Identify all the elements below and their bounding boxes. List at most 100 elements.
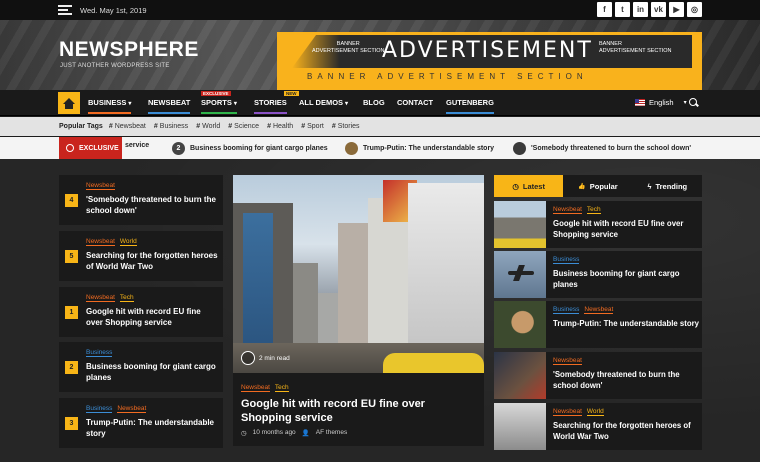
hashtag-icon: # [301,123,306,130]
category-world[interactable]: World [586,408,604,416]
category-business[interactable]: Business [553,306,580,314]
category-tech[interactable]: Tech [119,294,134,302]
article-title[interactable]: Business booming for giant cargo planes [86,361,218,383]
tag-label: Sport [307,123,324,130]
tab-popular[interactable]: 👍 Popular [563,175,632,197]
post-date: 10 months ago [252,429,296,436]
category-newsbeat[interactable]: Newsbeat [553,206,582,214]
category-business[interactable]: Business [553,256,580,264]
category-newsbeat[interactable]: Newsbeat [241,384,270,392]
article-title[interactable]: 'Somebody threatened to burn the school … [86,194,218,216]
record-icon [66,144,74,152]
category-newsbeat[interactable]: Newsbeat [553,408,582,416]
site-logo[interactable]: NEWSPHERE [59,38,199,62]
category-tech[interactable]: Tech [274,384,289,392]
social-links: f t in vk ▶ ◎ [597,2,702,17]
nav-item-business[interactable]: BUSINESS ▾ [88,98,132,114]
article-thumbnail[interactable] [494,301,546,348]
tag-link[interactable]: # Stories [332,123,360,130]
tag-link[interactable]: # Sport [301,123,324,130]
sidebar-list-item[interactable]: Business Business booming for giant carg… [494,251,702,298]
nav-item-stories[interactable]: NEW STORIES [254,91,299,114]
nav-item-sports[interactable]: EXCLUSIVE SPORTS ▾ [201,91,237,114]
tag-link[interactable]: # Science [228,123,259,130]
category-business[interactable]: Business [86,405,113,413]
article-title[interactable]: Trump-Putin: The understandable story [86,417,218,439]
featured-article[interactable]: 2 min read Newsbeat Tech Google hit with… [233,175,484,446]
left-list-item[interactable]: 2 Business Business booming for giant ca… [59,342,223,392]
nav-item-newsbeat[interactable]: NEWSBEAT [148,98,191,114]
article-thumbnail[interactable] [494,403,546,450]
article-thumbnail[interactable] [494,251,546,298]
ticker-item[interactable]: 2 Business booming for giant cargo plane… [172,142,328,155]
nav-item-all-demos[interactable]: ALL DEMOS ▾ [299,98,348,107]
hashtag-icon: # [108,123,113,130]
vk-icon[interactable]: vk [651,2,666,17]
hamburger-menu-icon[interactable] [58,5,72,15]
nav-item-contact[interactable]: CONTACT [397,98,433,107]
instagram-icon[interactable]: ◎ [687,2,702,17]
article-title[interactable]: Searching for the forgotten heroes of Wo… [86,250,218,272]
ad-small-text-right: BANNER ADVERTISEMENT SECTION [599,41,672,54]
featured-title[interactable]: Google hit with record EU fine over Shop… [241,397,471,425]
category-tech[interactable]: Tech [586,206,601,214]
sidebar-list-item[interactable]: Newsbeat Tech Google hit with record EU f… [494,201,702,248]
article-title[interactable]: Google hit with record EU fine over Shop… [86,306,218,328]
sidebar-list-item[interactable]: Newsbeat 'Somebody threatened to burn th… [494,352,702,399]
tab-trending[interactable]: ϟ Trending [633,175,702,197]
nav-item-blog[interactable]: BLOG [363,98,385,107]
category-newsbeat[interactable]: Newsbeat [86,294,115,302]
category-newsbeat[interactable]: Newsbeat [117,405,147,413]
ticker-item-text: Business booming for giant cargo planes [190,145,328,152]
sidebar-list-item[interactable]: Newsbeat World Searching for the forgotte… [494,403,702,450]
nav-label: STORIES [254,98,287,107]
featured-image[interactable] [233,175,484,373]
ticker-item[interactable]: 'Somebody threatened to burn the school … [513,142,691,155]
ticker-number-badge: 2 [172,142,185,155]
article-thumbnail[interactable] [494,352,546,399]
category-world[interactable]: World [119,238,137,246]
rank-number: 4 [65,194,78,207]
nav-underline [446,112,494,114]
ticker-item[interactable]: service [125,142,149,149]
category-newsbeat[interactable]: Newsbeat [86,182,115,190]
tag-link[interactable]: # World [196,123,220,130]
category-newsbeat[interactable]: Newsbeat [553,357,582,365]
left-list-item[interactable]: 4 Newsbeat 'Somebody threatened to burn … [59,175,223,225]
tag-link[interactable]: # Health [267,123,293,130]
category-newsbeat[interactable]: Newsbeat [86,238,115,246]
category-business[interactable]: Business [86,349,113,357]
search-icon[interactable] [689,98,697,106]
ad-headline: ADVERTISEMENT [382,38,593,63]
article-title[interactable]: Searching for the forgotten heroes of Wo… [553,420,699,442]
advertisement-banner[interactable]: BANNER ADVERTISEMENT SECTION ADVERTISEME… [277,32,702,90]
post-author[interactable]: AF themes [316,429,347,437]
twitter-icon[interactable]: t [615,2,630,17]
tab-latest[interactable]: ◷ Latest [494,175,564,197]
ad-small-text-left: BANNER ADVERTISEMENT SECTION [312,41,385,54]
category-list: Newsbeat Tech [241,384,289,392]
article-title[interactable]: Google hit with record EU fine over Shop… [553,218,699,240]
facebook-icon[interactable]: f [597,2,612,17]
language-switcher[interactable]: English ▾ [635,98,687,107]
tag-link[interactable]: # Business [154,123,188,130]
left-list-item[interactable]: 3 Business Newsbeat Trump-Putin: The unde… [59,398,223,448]
article-title[interactable]: 'Somebody threatened to burn the school … [553,369,699,391]
article-title[interactable]: Trump-Putin: The understandable story [553,318,699,329]
tag-link[interactable]: # Newsbeat [109,123,146,130]
user-icon: 👤 [301,430,310,437]
category-newsbeat[interactable]: Newsbeat [584,306,614,314]
rank-number: 3 [65,417,78,430]
left-list-item[interactable]: 5 Newsbeat World Searching for the forgot… [59,231,223,281]
nav-item-gutenberg[interactable]: GUTENBERG [446,98,494,114]
linkedin-icon[interactable]: in [633,2,648,17]
home-icon[interactable] [58,92,80,114]
article-thumbnail[interactable] [494,201,546,248]
sidebar-list-item[interactable]: Business Newsbeat Trump-Putin: The unders… [494,301,702,348]
left-list-item[interactable]: 1 Newsbeat Tech Google hit with record EU… [59,287,223,337]
camera-icon [241,351,255,365]
ticker-item[interactable]: Trump-Putin: The understandable story [345,142,494,155]
current-date: Wed. May 1st, 2019 [80,5,147,15]
article-title[interactable]: Business booming for giant cargo planes [553,268,699,290]
youtube-icon[interactable]: ▶ [669,2,684,17]
